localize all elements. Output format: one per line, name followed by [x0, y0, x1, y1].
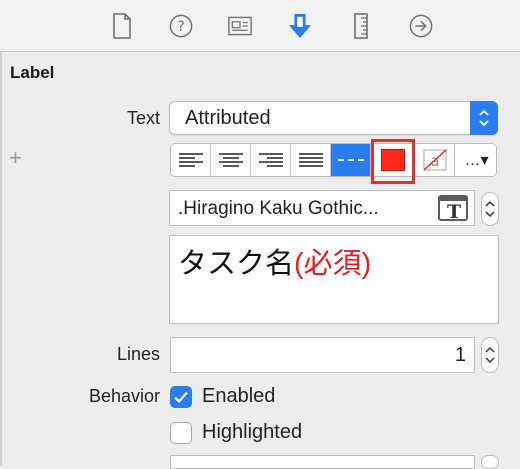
background-color-icon: a	[423, 149, 446, 171]
attributes-inspector-icon[interactable]	[288, 12, 312, 40]
highlighted-checkbox[interactable]	[170, 422, 192, 444]
text-content-area[interactable]: タスク名(必須)	[169, 235, 499, 324]
background-color-button[interactable]: a	[415, 144, 455, 176]
align-justify-button[interactable]	[291, 144, 331, 176]
lines-stepper[interactable]	[481, 337, 499, 373]
more-menu-icon: …▾	[464, 152, 489, 169]
stepper-arrows-icon	[485, 346, 495, 364]
align-left-icon	[178, 153, 203, 167]
attributed-text-toolbar: a …▾	[170, 143, 497, 177]
align-center-icon	[218, 153, 243, 167]
font-name: .Hiragino Kaku Gothic...	[178, 198, 379, 219]
align-right-button[interactable]	[251, 144, 291, 176]
text-content: タスク名(必須)	[178, 240, 371, 282]
connections-inspector-icon[interactable]	[409, 12, 433, 40]
quick-help-icon[interactable]: ?	[169, 12, 193, 40]
font-picker-icon[interactable]: T	[438, 195, 468, 223]
text-required: (必須)	[294, 248, 372, 280]
lines-label: Lines	[116, 344, 160, 364]
add-variation-button[interactable]: +	[9, 147, 22, 169]
font-field[interactable]: .Hiragino Kaku Gothic... T	[169, 190, 475, 226]
behavior-label: Behavior	[88, 386, 160, 406]
enabled-label: Enabled	[202, 385, 276, 407]
size-inspector-icon[interactable]	[349, 12, 373, 40]
inspector-tab-bar: ?	[0, 0, 520, 52]
lines-field[interactable]: 1	[170, 337, 475, 373]
checkmark-icon	[174, 391, 188, 404]
align-center-button[interactable]	[211, 144, 251, 176]
text-type-popup[interactable]: Attributed	[169, 101, 498, 135]
font-size-stepper[interactable]	[481, 192, 499, 226]
svg-text:?: ?	[177, 19, 184, 35]
identity-inspector-icon[interactable]	[228, 12, 252, 40]
more-menu-button[interactable]: …▾	[455, 144, 496, 176]
enabled-checkbox[interactable]	[170, 386, 192, 408]
svg-text:a: a	[430, 152, 439, 170]
highlighted-label: Highlighted	[202, 421, 303, 443]
align-justify-icon	[298, 153, 323, 167]
text-primary: タスク名	[178, 248, 295, 280]
text-type-value: Attributed	[185, 107, 271, 129]
popup-arrows-icon	[470, 101, 498, 135]
align-left-button[interactable]	[171, 144, 211, 176]
lines-value: 1	[454, 344, 466, 366]
panel-edge	[0, 52, 2, 466]
stepper-arrows-icon	[485, 200, 495, 218]
align-right-icon	[258, 153, 283, 167]
next-field[interactable]	[170, 455, 475, 469]
section-title: Label	[10, 63, 55, 82]
align-natural-button[interactable]	[331, 144, 371, 176]
file-inspector-icon[interactable]	[110, 12, 134, 40]
highlight-annotation-box	[371, 139, 415, 184]
align-natural-icon	[337, 159, 364, 161]
text-label: Text	[126, 108, 160, 128]
next-stepper[interactable]	[481, 455, 499, 469]
